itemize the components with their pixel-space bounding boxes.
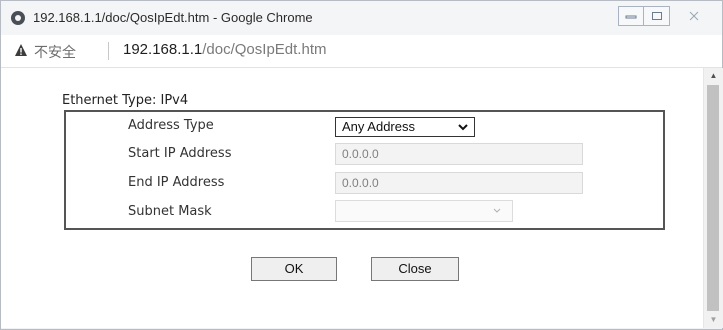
warning-triangle-icon[interactable]: [14, 43, 30, 59]
ethernet-type-legend: Ethernet Type: IPv4: [62, 93, 189, 108]
maximize-icon: [651, 12, 662, 20]
chevron-down-icon: [458, 118, 468, 142]
address-type-select[interactable]: Any Address: [335, 117, 475, 137]
end-ip-label: End IP Address: [128, 175, 225, 190]
scroll-up-arrow-icon[interactable]: ▲: [704, 68, 723, 84]
page-content: Ethernet Type: IPv4 Address Type Any Add…: [1, 68, 703, 328]
minimize-icon: [625, 15, 637, 19]
minimize-button[interactable]: [618, 6, 644, 26]
chrome-icon: [11, 11, 25, 25]
window-title: 192.168.1.1/doc/QosIpEdt.htm - Google Ch…: [33, 10, 313, 25]
close-icon: [689, 11, 699, 21]
maximize-button[interactable]: [644, 6, 670, 26]
scroll-down-arrow-icon[interactable]: ▼: [704, 312, 723, 328]
window-controls: [618, 6, 714, 26]
start-ip-label: Start IP Address: [128, 146, 232, 161]
scroll-thumb[interactable]: [707, 85, 719, 311]
subnet-mask-select[interactable]: [335, 200, 513, 222]
url-host: 192.168.1.1: [123, 41, 203, 58]
address-fieldset: Address Type Any Address Start IP Addres…: [64, 110, 665, 230]
url-path: /doc/QosIpEdt.htm: [202, 41, 327, 58]
end-ip-input[interactable]: 0.0.0.0: [335, 172, 583, 194]
address-separator: [108, 42, 109, 60]
close-button[interactable]: Close: [371, 257, 459, 281]
chevron-down-icon: [492, 203, 502, 222]
title-bar: 192.168.1.1/doc/QosIpEdt.htm - Google Ch…: [1, 1, 722, 35]
url-text[interactable]: 192.168.1.1/doc/QosIpEdt.htm: [123, 41, 326, 58]
address-type-value: Any Address: [342, 119, 415, 134]
browser-window: 192.168.1.1/doc/QosIpEdt.htm - Google Ch…: [0, 0, 723, 330]
ok-button[interactable]: OK: [251, 257, 337, 281]
address-type-label: Address Type: [128, 118, 214, 133]
vertical-scrollbar[interactable]: ▲ ▼: [703, 68, 723, 328]
security-label[interactable]: 不安全: [34, 42, 76, 62]
address-bar[interactable]: 不安全 192.168.1.1/doc/QosIpEdt.htm: [1, 35, 722, 68]
close-window-button[interactable]: [674, 6, 714, 26]
subnet-mask-label: Subnet Mask: [128, 204, 212, 219]
start-ip-input[interactable]: 0.0.0.0: [335, 143, 583, 165]
